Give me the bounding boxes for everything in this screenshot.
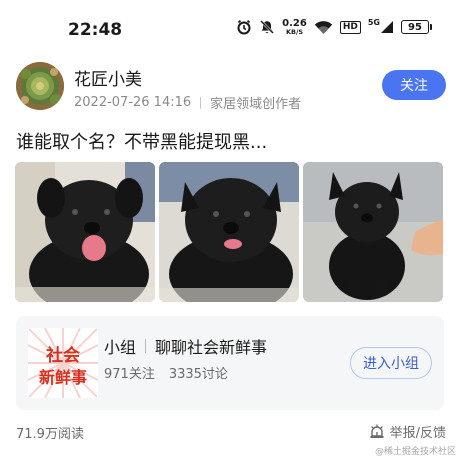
post-footer: 71.9万阅读 举报/反馈: [16, 420, 446, 444]
group-title-divider: [145, 339, 147, 353]
group-members: 971关注: [104, 367, 155, 382]
group-name: 聊聊社会新鲜事: [155, 338, 268, 357]
watermark: @稀土掘金技术社区: [374, 447, 456, 457]
group-logo-line-2: 新鲜事: [39, 368, 87, 387]
group-title: 小组 聊聊社会新鲜事: [104, 334, 267, 358]
status-bar: 22:48 0.26 KB/S HD 5G 95: [0, 0, 460, 58]
hd-badge: HD: [339, 20, 361, 34]
puppy-photo-3[interactable]: [303, 162, 443, 302]
alarm-icon: [236, 19, 252, 35]
meta-divider: [200, 96, 202, 109]
author-meta: 2022-07-26 14:16 家居领域创作者: [74, 93, 301, 112]
report-icon: [369, 424, 385, 440]
puppy-photo-2[interactable]: [159, 162, 299, 302]
status-icons: 0.26 KB/S HD 5G 95: [236, 19, 432, 36]
author-name[interactable]: 花匠小美: [74, 65, 142, 90]
group-discussions: 3335讨论: [168, 367, 228, 382]
status-time: 22:48: [68, 20, 123, 40]
author-header: 花匠小美 2022-07-26 14:16 家居领域创作者 关注: [16, 62, 446, 112]
signal-icon: 5G: [367, 18, 394, 34]
author-avatar[interactable]: [16, 62, 64, 110]
battery-icon: 95: [401, 20, 432, 35]
post-date: 2022-07-26 14:16: [74, 95, 192, 110]
post-title[interactable]: 谁能取个名？不带黑能提现黑...: [16, 128, 267, 154]
group-logo-art: 社会 新鲜事: [28, 328, 98, 398]
group-logo: 社会 新鲜事: [28, 328, 98, 398]
network-type: 5G: [367, 18, 380, 28]
net-speed-unit: KB/S: [285, 28, 304, 36]
net-speed: 0.26 KB/S: [282, 19, 307, 36]
puppy-photo-1[interactable]: [15, 162, 155, 302]
mute-icon: [259, 19, 275, 35]
group-logo-line-1: 社会: [45, 345, 80, 366]
group-label: 小组: [104, 338, 137, 357]
author-role: 家居领域创作者: [210, 97, 302, 112]
photo-grid: [15, 162, 445, 302]
enter-group-button[interactable]: 进入小组: [350, 347, 432, 379]
wifi-icon: [314, 20, 333, 35]
view-count: 71.9万阅读: [16, 427, 84, 442]
battery-level: 95: [408, 21, 422, 33]
follow-button[interactable]: 关注: [382, 70, 446, 100]
group-stats: 971关注 3335讨论: [104, 363, 228, 382]
report-label: 举报/反馈: [389, 426, 446, 441]
group-card[interactable]: 社会 新鲜事 小组 聊聊社会新鲜事 971关注 3335讨论 进入小组: [16, 316, 444, 410]
report-button[interactable]: 举报/反馈: [369, 422, 446, 441]
